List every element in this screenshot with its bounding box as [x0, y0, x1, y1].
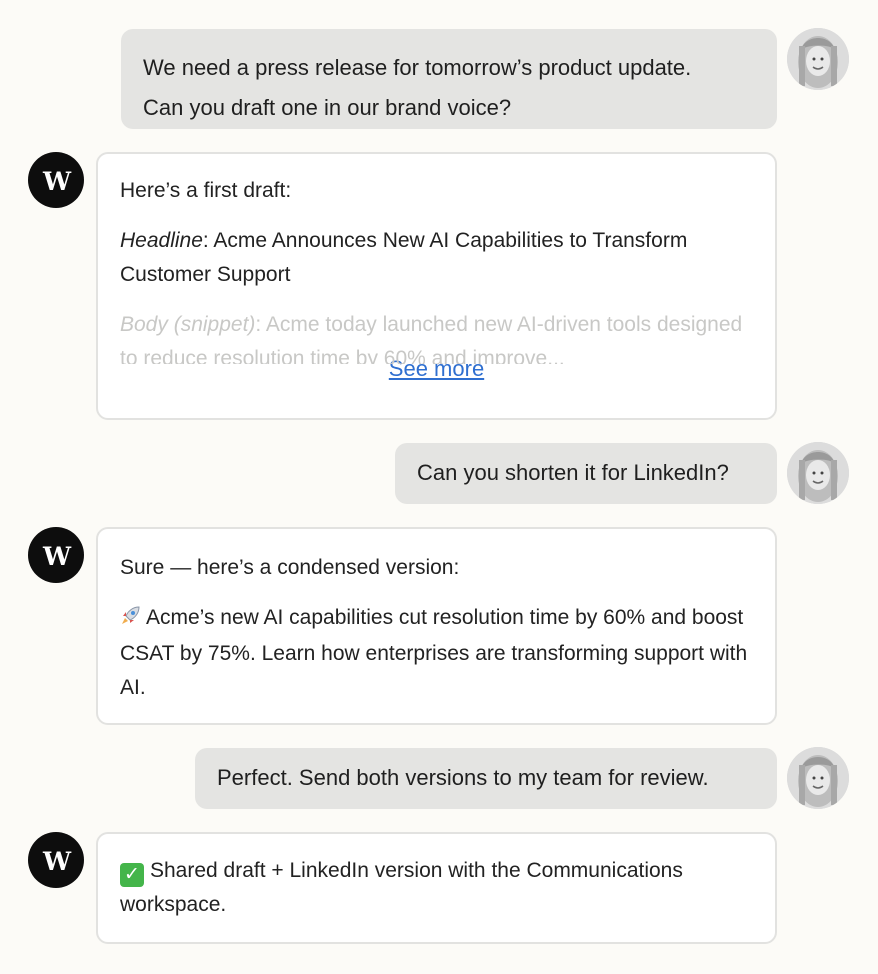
message-text-paragraph: Acme’s new AI capabilities cut resolutio…	[120, 601, 753, 705]
rocket-icon	[120, 603, 142, 637]
check-mark-icon: ✓	[120, 863, 144, 887]
assistant-logo-text: W	[42, 166, 71, 196]
message-line: We need a press release for tomorrow’s p…	[143, 55, 692, 80]
assistant-message: Sure — here’s a condensed version: Acme’…	[96, 527, 777, 725]
body-snippet: Body (snippet): Acme today launched new …	[120, 308, 753, 364]
message-intro: Sure — here’s a condensed version:	[120, 556, 460, 579]
headline-text: : Acme Announces New AI Capabilities to …	[120, 229, 688, 286]
message-intro: Here’s a first draft:	[120, 179, 292, 202]
assistant-message: ✓ Shared draft + LinkedIn version with th…	[96, 832, 777, 944]
assistant-logo: W	[28, 152, 84, 208]
message-line: Can you draft one in our brand voice?	[143, 95, 512, 120]
message-line: Can you shorten it for LinkedIn?	[417, 460, 729, 485]
headline-label: Headline	[120, 229, 203, 252]
headline-paragraph: Headline: Acme Announces New AI Capabili…	[120, 224, 753, 292]
message-text: Shared draft + LinkedIn version with the…	[120, 859, 683, 916]
user-message: We need a press release for tomorrow’s p…	[121, 29, 777, 129]
chat-thread: We need a press release for tomorrow’s p…	[0, 0, 878, 974]
assistant-logo-text: W	[42, 541, 71, 571]
body-label: Body (snippet)	[120, 313, 256, 336]
assistant-logo: W	[28, 832, 84, 888]
message-text-paragraph: ✓ Shared draft + LinkedIn version with th…	[120, 854, 753, 922]
user-avatar	[787, 28, 849, 90]
message-line: Perfect. Send both versions to my team f…	[217, 765, 709, 790]
user-message: Can you shorten it for LinkedIn?	[395, 443, 777, 504]
assistant-logo-text: W	[42, 846, 71, 876]
user-message: Perfect. Send both versions to my team f…	[195, 748, 777, 809]
assistant-message: Here’s a first draft: Headline: Acme Ann…	[96, 152, 777, 420]
user-avatar	[787, 442, 849, 504]
assistant-logo: W	[28, 527, 84, 583]
message-text: Acme’s new AI capabilities cut resolutio…	[120, 606, 748, 699]
user-avatar	[787, 747, 849, 809]
